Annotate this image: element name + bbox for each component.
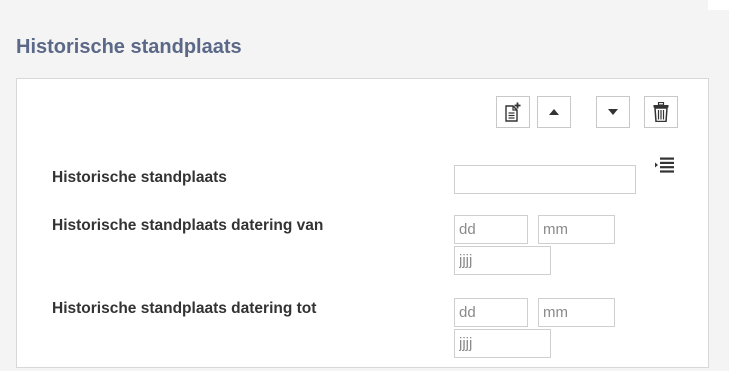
- section-title: Historische standplaats: [16, 36, 242, 58]
- historische-standplaats-input[interactable]: [454, 165, 636, 194]
- datering-tot-month-input[interactable]: [538, 298, 615, 327]
- move-down-button[interactable]: [596, 96, 630, 128]
- field-panel: Historische standplaats Historische stan…: [16, 78, 709, 368]
- trash-icon: [653, 102, 669, 122]
- datering-van-month-input[interactable]: [538, 215, 615, 244]
- section-historische-standplaats: Historische standplaats Historische stan…: [0, 10, 729, 371]
- caret-down-icon: [608, 109, 618, 115]
- label-datering-van: Historische standplaats datering van: [52, 217, 324, 234]
- add-document-icon: [504, 102, 522, 122]
- top-band: [0, 0, 708, 10]
- caret-up-icon: [549, 109, 559, 115]
- bullet-list-icon[interactable]: [655, 157, 675, 178]
- datering-tot-year-input[interactable]: [454, 329, 551, 358]
- add-button[interactable]: [496, 96, 530, 128]
- label-datering-tot: Historische standplaats datering tot: [52, 300, 317, 317]
- datering-van-year-input[interactable]: [454, 246, 551, 275]
- delete-button[interactable]: [644, 96, 678, 128]
- label-historische-standplaats: Historische standplaats: [52, 169, 227, 186]
- datering-tot-day-input[interactable]: [454, 298, 528, 327]
- move-up-button[interactable]: [537, 96, 571, 128]
- datering-van-day-input[interactable]: [454, 215, 528, 244]
